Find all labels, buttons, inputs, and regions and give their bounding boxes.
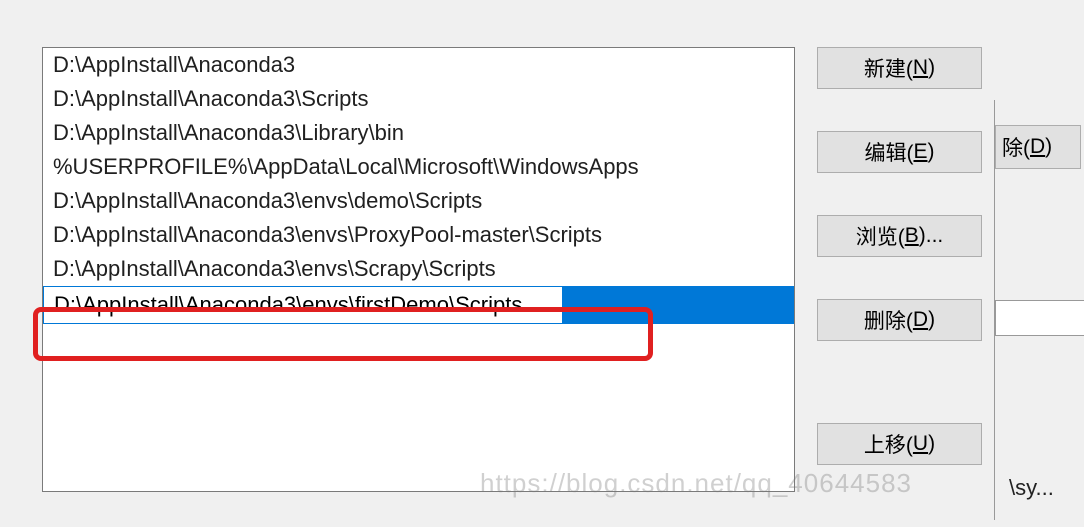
delete-button[interactable]: 删除(D): [817, 299, 982, 341]
new-button[interactable]: 新建(N): [817, 47, 982, 89]
list-item[interactable]: D:\AppInstall\Anaconda3\envs\Scrapy\Scri…: [43, 252, 794, 286]
background-text-field: [995, 300, 1084, 336]
browse-button[interactable]: 浏览(B)...: [817, 215, 982, 257]
list-item[interactable]: D:\AppInstall\Anaconda3\Scripts: [43, 82, 794, 116]
new-button-tail: ): [928, 56, 935, 80]
path-listbox[interactable]: D:\AppInstall\Anaconda3 D:\AppInstall\An…: [42, 47, 795, 492]
new-button-accel: N: [913, 56, 928, 80]
path-edit-input[interactable]: [43, 286, 563, 324]
side-button-column: 新建(N) 编辑(E) 浏览(B)... 删除(D) 上移(U): [817, 47, 982, 507]
edit-button-tail: ): [928, 140, 935, 164]
delete-button-label: 删除(: [864, 305, 913, 335]
browse-button-tail: )...: [919, 224, 944, 248]
edit-button-accel: E: [913, 140, 927, 164]
list-item[interactable]: D:\AppInstall\Anaconda3\envs\demo\Script…: [43, 184, 794, 218]
new-button-label: 新建(: [864, 53, 913, 83]
delete-button-tail: ): [928, 308, 935, 332]
move-up-button-label: 上移(: [864, 429, 913, 459]
list-item[interactable]: %USERPROFILE%\AppData\Local\Microsoft\Wi…: [43, 150, 794, 184]
list-item[interactable]: D:\AppInstall\Anaconda3\Library\bin: [43, 116, 794, 150]
background-dialog: 除(D) \sy...: [994, 100, 1084, 520]
browse-button-accel: B: [905, 224, 919, 248]
edit-button[interactable]: 编辑(E): [817, 131, 982, 173]
background-delete-label-prefix: 除(: [1002, 132, 1030, 162]
browse-button-label: 浏览(: [856, 221, 905, 251]
edit-button-label: 编辑(: [864, 137, 913, 167]
delete-button-accel: D: [913, 308, 928, 332]
background-text-fragment: \sy...: [1009, 475, 1054, 501]
move-up-button[interactable]: 上移(U): [817, 423, 982, 465]
move-up-button-tail: ): [928, 432, 935, 456]
background-delete-accel: D: [1030, 135, 1045, 159]
background-delete-label-suffix: ): [1045, 135, 1052, 159]
list-item-selected[interactable]: [43, 286, 794, 324]
env-var-edit-dialog: D:\AppInstall\Anaconda3 D:\AppInstall\An…: [12, 0, 992, 527]
background-delete-button[interactable]: 除(D): [995, 125, 1081, 169]
list-item[interactable]: D:\AppInstall\Anaconda3\envs\ProxyPool-m…: [43, 218, 794, 252]
move-up-button-accel: U: [913, 432, 928, 456]
list-item[interactable]: D:\AppInstall\Anaconda3: [43, 48, 794, 82]
